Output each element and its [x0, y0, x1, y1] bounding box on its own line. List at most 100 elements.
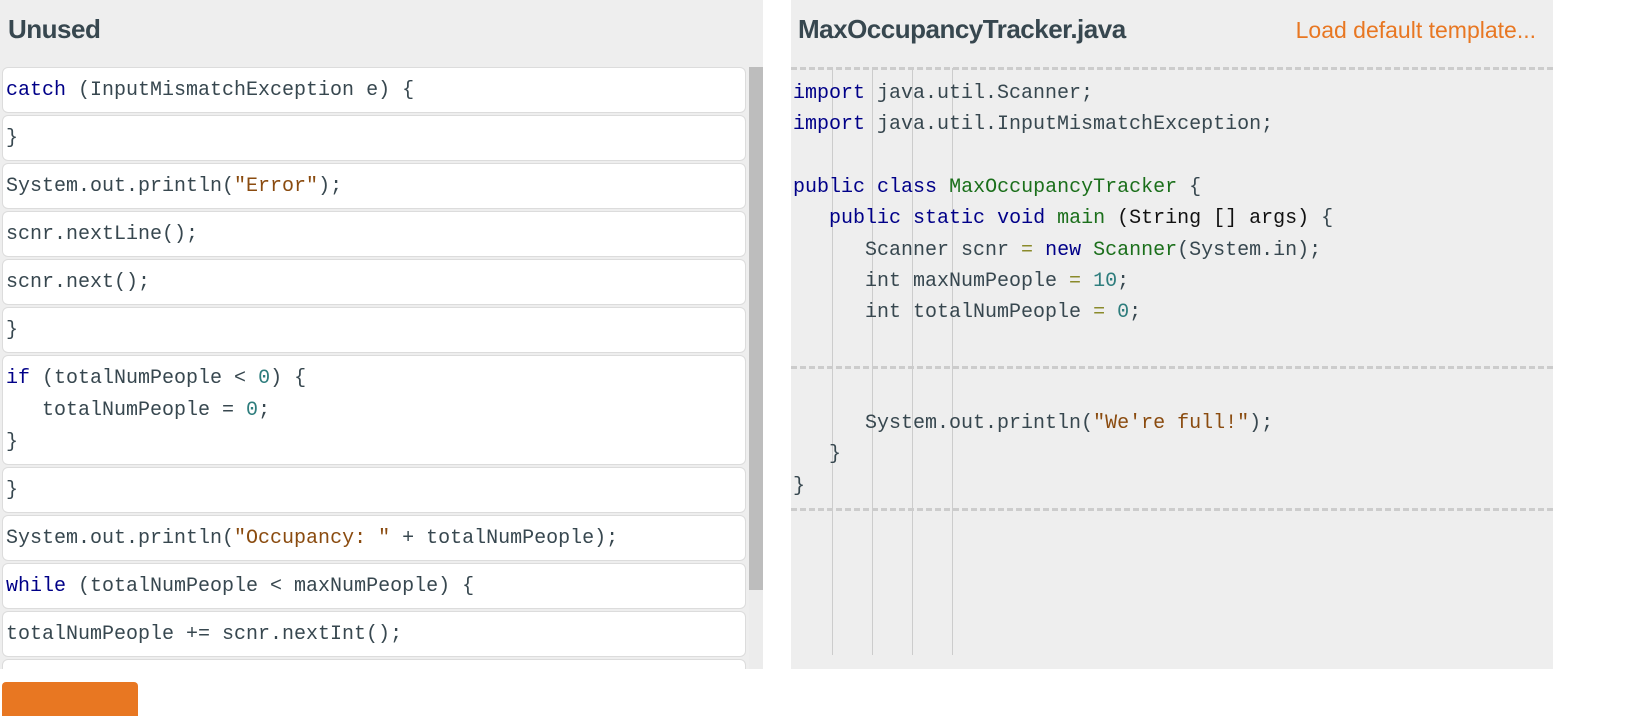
editor-code-line: } — [793, 439, 841, 470]
code-text: } — [6, 479, 19, 502]
code-text: ; — [1129, 301, 1142, 325]
code-line: } — [6, 315, 742, 347]
code-text: System.out.println( — [6, 527, 235, 550]
code-text: ); — [1249, 412, 1274, 435]
code-block[interactable]: System.out.println("Occupancy: " + total… — [2, 515, 746, 561]
code-identifier: MaxOccupancyTracker — [949, 175, 1178, 199]
code-line: } — [6, 475, 742, 507]
code-block[interactable] — [2, 659, 746, 669]
code-text: (totalNumPeople < — [30, 367, 259, 390]
unused-panel: Unused catch (InputMismatchException e) … — [0, 0, 763, 669]
code-line: scnr.nextLine(); — [6, 219, 742, 251]
code-text: System.out.println( — [6, 175, 235, 198]
editor-code-line: public static void main (String [] args)… — [793, 203, 1333, 234]
code-block[interactable]: } — [2, 307, 746, 353]
code-line: while (totalNumPeople < maxNumPeople) { — [6, 571, 742, 603]
code-text: java.util.InputMismatchException; — [865, 113, 1274, 137]
unused-panel-title: Unused — [8, 14, 101, 44]
code-line: } — [6, 123, 742, 155]
drop-zone-separator[interactable] — [791, 366, 1553, 369]
code-line: } — [6, 427, 742, 459]
unused-scrollbar-thumb[interactable] — [749, 67, 763, 590]
editor-code-line: System.out.println("We're full!"); — [793, 408, 1273, 439]
editor-code-line: } — [793, 471, 805, 502]
editor-code-line: public class MaxOccupancyTracker { — [793, 172, 1201, 203]
code-identifier: main — [1057, 207, 1106, 231]
submit-button[interactable] — [2, 682, 138, 716]
code-text: Scanner scnr — [793, 238, 1022, 262]
code-text: = — [1093, 301, 1106, 325]
code-text: { — [1177, 175, 1202, 199]
code-keyword: new — [1045, 238, 1082, 262]
code-keyword: static — [913, 207, 986, 231]
code-keyword: catch — [6, 79, 67, 102]
code-text: } — [793, 474, 806, 498]
code-string: "Occupancy: " — [234, 527, 391, 550]
code-line: totalNumPeople += scnr.nextInt(); — [6, 619, 742, 651]
code-text: int maxNumPeople — [793, 269, 1070, 293]
code-block[interactable]: while (totalNumPeople < maxNumPeople) { — [2, 563, 746, 609]
code-block[interactable]: if (totalNumPeople < 0) { totalNumPeople… — [2, 355, 746, 465]
editor-code-line: import java.util.Scanner; — [793, 78, 1093, 109]
code-text: scnr.nextLine(); — [6, 223, 199, 246]
code-number: 0 — [1117, 301, 1130, 325]
code-text: int totalNumPeople — [793, 301, 1094, 325]
code-line: scnr.next(); — [6, 267, 742, 299]
code-text: totalNumPeople = — [6, 399, 247, 422]
code-text: (InputMismatchException e) { — [66, 79, 415, 102]
code-block[interactable]: System.out.println("Error"); — [2, 163, 746, 209]
code-keyword: public — [829, 207, 902, 231]
code-text: ); — [318, 175, 343, 198]
code-identifier: Scanner — [1093, 238, 1178, 262]
editor-code-line: int maxNumPeople = 10; — [793, 266, 1129, 297]
code-text: } — [793, 443, 842, 467]
code-text: ; — [1117, 269, 1130, 293]
code-block[interactable]: } — [2, 115, 746, 161]
file-title: MaxOccupancyTracker.java — [798, 14, 1126, 44]
code-text: scnr.next(); — [6, 271, 151, 294]
code-keyword: public — [793, 175, 866, 199]
code-text: (totalNumPeople < maxNumPeople) { — [66, 575, 475, 598]
code-string: "We're full!" — [1093, 412, 1250, 435]
code-block[interactable]: totalNumPeople += scnr.nextInt(); — [2, 611, 746, 657]
code-block[interactable]: scnr.nextLine(); — [2, 211, 746, 257]
indent-guide — [832, 68, 833, 655]
code-text: ) { — [270, 367, 307, 390]
code-text: { — [1321, 207, 1334, 231]
code-text: + totalNumPeople); — [390, 527, 619, 550]
indent-guide — [872, 68, 873, 655]
code-string: "Error" — [234, 175, 319, 198]
code-editor-panel: MaxOccupancyTracker.java Load default te… — [791, 0, 1553, 669]
drop-zone-bottom-separator[interactable] — [791, 508, 1553, 511]
code-text: = — [1021, 238, 1034, 262]
code-line: catch (InputMismatchException e) { — [6, 75, 742, 107]
code-text: (System.in); — [1177, 238, 1322, 262]
load-default-template-link[interactable]: Load default template... — [1296, 17, 1536, 44]
code-text: } — [6, 431, 19, 454]
unused-block-list: catch (InputMismatchException e) {} Syste… — [0, 67, 748, 669]
code-block[interactable]: catch (InputMismatchException e) { — [2, 67, 746, 113]
code-block[interactable]: scnr.next(); — [2, 259, 746, 305]
code-text: java.util.Scanner; — [865, 82, 1094, 105]
code-text: totalNumPeople += scnr.nextInt(); — [6, 623, 403, 646]
code-text: System.out.println( — [793, 412, 1094, 435]
code-keyword: class — [877, 175, 938, 199]
code-line: System.out.println("Occupancy: " + total… — [6, 523, 742, 555]
code-keyword: import — [793, 82, 866, 105]
code-number: 0 — [258, 367, 271, 390]
code-block[interactable]: } — [2, 467, 746, 513]
editor-code-line: import java.util.InputMismatchException; — [793, 109, 1273, 140]
code-text: } — [6, 319, 19, 342]
code-text: (String [] args) — [1105, 207, 1322, 231]
drop-zone-top-separator — [791, 67, 1553, 70]
